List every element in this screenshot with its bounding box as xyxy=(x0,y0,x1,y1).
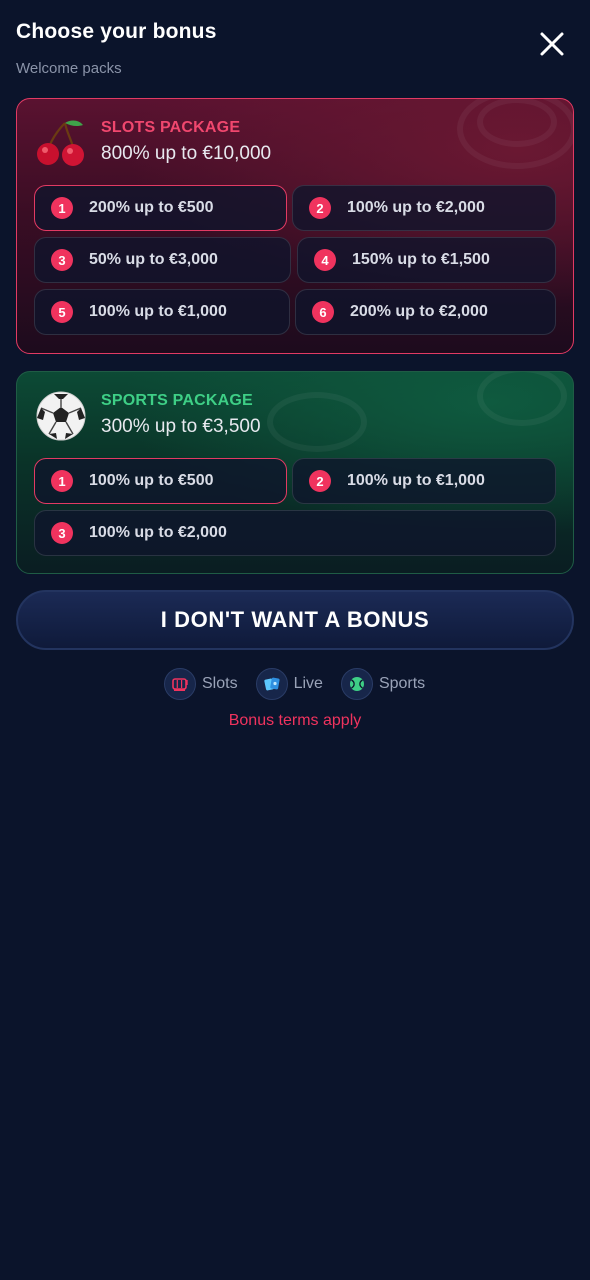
soccer-ball-icon xyxy=(36,391,86,441)
page-title: Choose your bonus xyxy=(16,20,217,43)
option-number-badge: 5 xyxy=(51,301,73,323)
option-label: 100% up to €2,000 xyxy=(89,524,227,541)
bonus-terms-link[interactable]: Bonus terms apply xyxy=(0,712,590,730)
no-bonus-button[interactable]: I DON'T WANT A BONUS xyxy=(16,590,574,650)
option-label: 50% up to €3,000 xyxy=(89,251,218,268)
option-number-badge: 1 xyxy=(51,470,73,492)
option-number-badge: 1 xyxy=(51,197,73,219)
category-icon-wrap xyxy=(164,668,196,700)
live-cards-icon xyxy=(263,677,280,691)
option-number-badge: 6 xyxy=(312,301,334,323)
sports-package-card[interactable]: SPORTS PACKAGE 300% up to €3,500 1 100% … xyxy=(16,371,574,574)
category-label: Live xyxy=(293,675,323,692)
page-subtitle: Welcome packs xyxy=(16,60,122,77)
option-number-badge: 3 xyxy=(51,249,73,271)
option-label: 100% up to €1,000 xyxy=(347,472,485,489)
cherries-icon xyxy=(37,120,84,166)
slot-machine-icon xyxy=(172,678,188,691)
package-name: SPORTS PACKAGE xyxy=(101,392,253,409)
slots-option-5[interactable]: 5 100% up to €1,000 xyxy=(34,289,290,335)
option-label: 100% up to €1,000 xyxy=(89,303,227,320)
sports-option-1[interactable]: 1 100% up to €500 xyxy=(34,458,287,504)
category-icon-wrap xyxy=(255,668,288,700)
option-label: 200% up to €500 xyxy=(89,199,214,216)
package-name: SLOTS PACKAGE xyxy=(101,119,241,136)
category-label: Sports xyxy=(378,675,426,692)
slots-option-4[interactable]: 4 150% up to €1,500 xyxy=(297,237,556,283)
option-number-badge: 4 xyxy=(314,249,336,271)
slots-option-2[interactable]: 2 100% up to €2,000 xyxy=(292,185,556,231)
close-icon xyxy=(540,32,564,56)
category-slots[interactable]: Slots xyxy=(164,668,238,700)
category-live[interactable]: Live xyxy=(255,668,323,700)
tennis-ball-icon xyxy=(349,677,364,691)
option-label: 100% up to €500 xyxy=(89,472,214,489)
category-sports[interactable]: Sports xyxy=(340,668,426,700)
option-number-badge: 2 xyxy=(309,197,331,219)
decorative-ring xyxy=(477,99,557,147)
decorative-ring xyxy=(267,392,367,452)
sports-option-2[interactable]: 2 100% up to €1,000 xyxy=(292,458,556,504)
category-icon-wrap xyxy=(340,668,373,700)
category-label: Slots xyxy=(202,675,238,692)
package-amount: 800% up to €10,000 xyxy=(101,143,272,164)
option-number-badge: 2 xyxy=(309,470,331,492)
close-button[interactable] xyxy=(536,28,568,60)
slots-option-3[interactable]: 3 50% up to €3,000 xyxy=(34,237,291,283)
bonus-selection-page: Choose your bonus Welcome packs SLOTS PA… xyxy=(0,0,590,1280)
slots-option-6[interactable]: 6 200% up to €2,000 xyxy=(295,289,556,335)
option-label: 150% up to €1,500 xyxy=(352,251,490,268)
package-amount: 300% up to €3,500 xyxy=(101,416,261,437)
slots-package-card[interactable]: SLOTS PACKAGE 800% up to €10,000 1 200% … xyxy=(16,98,574,354)
option-number-badge: 3 xyxy=(51,522,73,544)
option-label: 200% up to €2,000 xyxy=(350,303,488,320)
decorative-ring xyxy=(477,372,567,426)
sports-option-3[interactable]: 3 100% up to €2,000 xyxy=(34,510,556,556)
slots-option-1[interactable]: 1 200% up to €500 xyxy=(34,185,287,231)
option-label: 100% up to €2,000 xyxy=(347,199,485,216)
category-links: Slots Live Sports xyxy=(164,668,425,700)
